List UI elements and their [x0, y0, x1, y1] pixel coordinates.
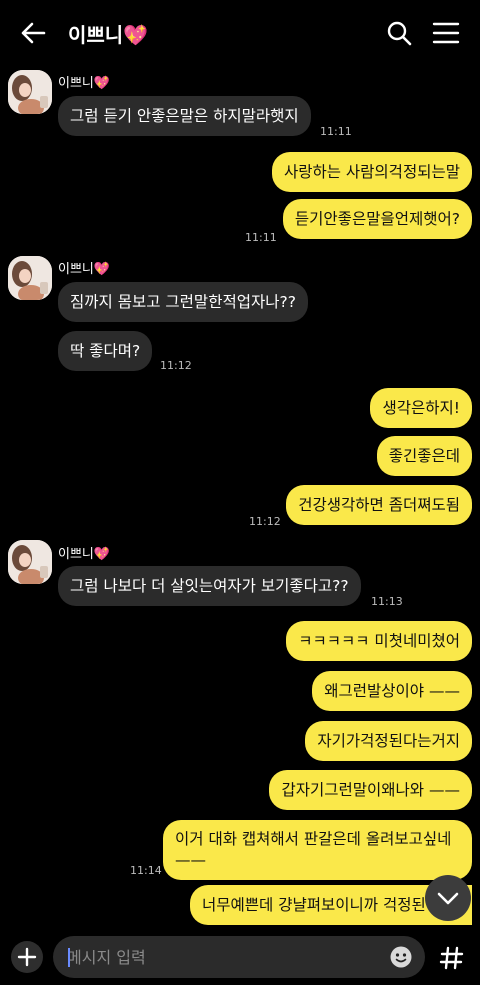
- message-input-field[interactable]: [53, 936, 425, 978]
- avatar[interactable]: [8, 70, 52, 114]
- message-bubble-received[interactable]: 짐까지 몸보고 그런말한적업자나??: [58, 282, 308, 322]
- message-line: ——: [175, 851, 206, 869]
- message-bubble-sent-multiline[interactable]: 이거 대화 캡쳐해서 판갈은데 올려보고싶네 ——: [163, 820, 472, 880]
- message-bubble-sent[interactable]: 좋긴좋은데: [376, 436, 472, 476]
- sender-name: 이쁘니💖: [58, 262, 111, 277]
- message-bubble-sent[interactable]: 듣기안좋은말을언제햇어?: [282, 199, 472, 239]
- chat-title[interactable]: 이쁘니💖: [68, 19, 148, 48]
- avatar-photo-icon: [8, 70, 52, 114]
- message-input[interactable]: [53, 936, 373, 978]
- hashtag-icon[interactable]: [435, 941, 469, 975]
- avatar[interactable]: [8, 540, 52, 584]
- message-bubble-received[interactable]: 그럼 나보다 더 살잇는여자가 보기좋다고??: [58, 566, 361, 606]
- message-time: 11:11: [320, 125, 352, 138]
- message-time: 11:11: [245, 231, 277, 244]
- message-time: 11:12: [249, 515, 281, 528]
- sender-name: 이쁘니💖: [58, 76, 111, 91]
- message-time: 11:13: [371, 595, 403, 608]
- message-input-bar: [0, 930, 480, 985]
- message-time: 11:14: [130, 864, 162, 877]
- message-time: 11:12: [160, 359, 192, 372]
- message-bubble-sent[interactable]: ㅋㅋㅋㅋㅋ 미쳣네미쳤어: [286, 621, 472, 661]
- avatar-photo-icon: [8, 256, 52, 300]
- chat-header: 이쁘니💖: [0, 0, 480, 62]
- message-bubble-received[interactable]: 딱 좋다며?: [58, 331, 153, 371]
- message-bubble-sent[interactable]: 생각은하지!: [370, 388, 472, 428]
- sender-name: 이쁘니💖: [58, 547, 111, 562]
- add-attachment-button[interactable]: [11, 941, 43, 973]
- plus-icon: [17, 947, 37, 967]
- message-bubble-sent[interactable]: 건강생각하면 좀더쪄도됨: [286, 485, 472, 525]
- scroll-to-bottom-button[interactable]: [425, 875, 471, 921]
- back-arrow-icon[interactable]: [18, 18, 48, 48]
- chevron-down-icon: [437, 892, 459, 905]
- message-bubble-sent[interactable]: 갑자기그런말이왜나와 ——: [269, 770, 472, 810]
- search-icon[interactable]: [386, 20, 412, 46]
- avatar[interactable]: [8, 256, 52, 300]
- message-bubble-sent[interactable]: 자기가걱정된다는거지: [305, 721, 472, 761]
- message-bubble-received[interactable]: 그럼 듣기 안좋은말은 하지말라햇지: [58, 96, 311, 136]
- text-caret: [68, 948, 70, 967]
- message-bubble-sent[interactable]: 왜그런발상이야 ——: [312, 671, 472, 711]
- hamburger-menu-icon[interactable]: [432, 20, 460, 46]
- message-bubble-sent[interactable]: 사랑하는 사람의걱정되는말: [271, 152, 472, 192]
- message-line: 이거 대화 캡쳐해서 판갈은데 올려보고싶네: [175, 830, 452, 848]
- smiley-icon[interactable]: [389, 945, 413, 969]
- avatar-photo-icon: [8, 540, 52, 584]
